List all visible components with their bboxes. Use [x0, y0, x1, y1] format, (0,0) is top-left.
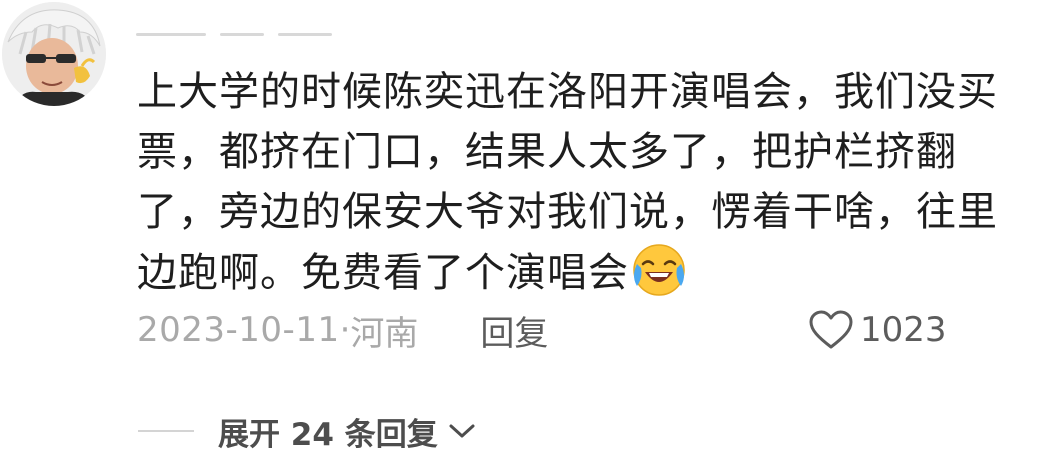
- heart-icon: [809, 310, 853, 349]
- avatar[interactable]: [2, 2, 106, 106]
- username-stub-segment: [220, 32, 264, 36]
- username-stub-segment: [278, 32, 332, 36]
- comment-text: 上大学的时候陈奕迅在洛阳开演唱会，我们没买票，都挤在门口，结果人太多了，把护栏挤…: [137, 62, 1027, 303]
- expand-replies-label: 展开 24 条回复: [218, 416, 438, 453]
- like-count: 1023: [860, 310, 947, 350]
- expand-divider: [138, 430, 194, 432]
- comment-item: 上大学的时候陈奕迅在洛阳开演唱会，我们没买票，都挤在门口，结果人太多了，把护栏挤…: [0, 0, 1048, 457]
- comment-date: 2023-10-11: [137, 310, 340, 350]
- chevron-down-icon: [449, 424, 475, 438]
- avatar-image: [2, 2, 106, 106]
- like-button[interactable]: 1023: [808, 303, 947, 357]
- comment-text-body: 上大学的时候陈奕迅在洛阳开演唱会，我们没买票，都挤在门口，结果人太多了，把护栏挤…: [137, 69, 998, 296]
- expand-replies: 展开 24 条回复: [138, 405, 476, 457]
- username-placeholder: [136, 30, 376, 38]
- meta-separator: ·: [339, 310, 351, 350]
- expand-replies-button[interactable]: 展开 24 条回复: [218, 409, 476, 454]
- laughing-tears-emoji-icon: [631, 242, 687, 298]
- reply-button[interactable]: 回复: [480, 306, 548, 355]
- comment-location: 河南: [350, 313, 419, 354]
- username-stub-segment: [136, 32, 206, 36]
